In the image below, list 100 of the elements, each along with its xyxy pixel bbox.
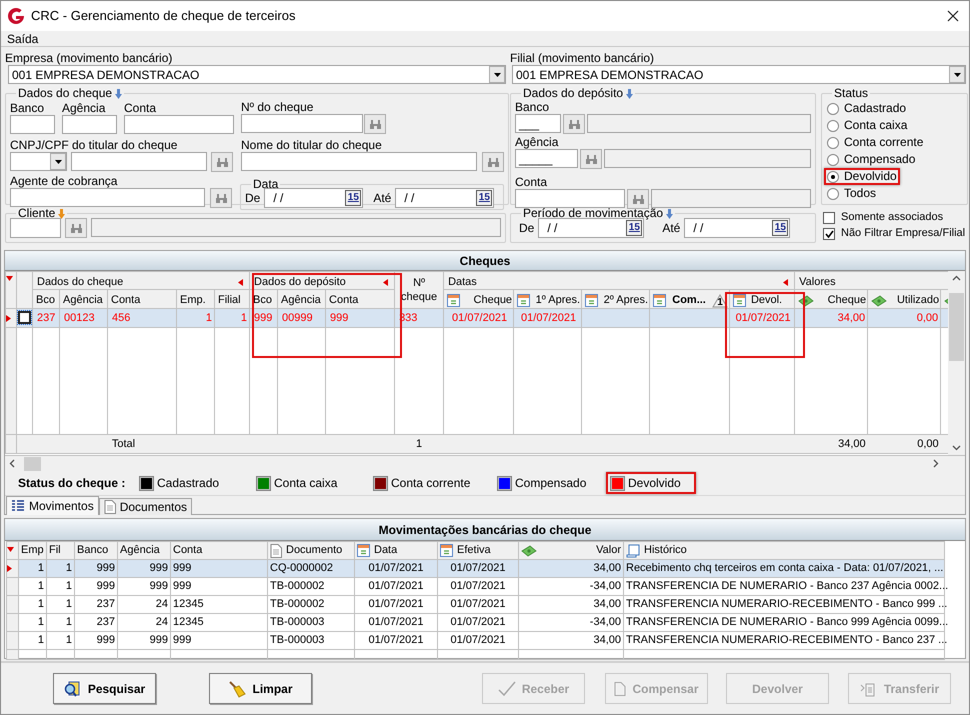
lookup-button[interactable] bbox=[65, 218, 87, 238]
input-field[interactable] bbox=[10, 218, 61, 238]
date-field[interactable]: / / 15 bbox=[264, 188, 364, 208]
horizontal-scrollbar[interactable] bbox=[5, 455, 965, 471]
table-cell: 34,00 bbox=[794, 308, 868, 328]
calendar-button[interactable]: 15 bbox=[772, 220, 788, 236]
field-label: Banco bbox=[515, 100, 550, 114]
field-label: De bbox=[519, 220, 534, 237]
input-field[interactable] bbox=[71, 152, 207, 171]
close-icon bbox=[947, 10, 959, 22]
input-field[interactable] bbox=[587, 114, 811, 133]
banknote-icon bbox=[798, 294, 814, 306]
calendar-icon bbox=[653, 294, 666, 307]
radio-label[interactable]: Cadastrado bbox=[844, 102, 906, 115]
total-label: Total bbox=[32, 434, 214, 454]
calendar-icon bbox=[440, 544, 453, 557]
field-label: Empresa (movimento bancário) bbox=[5, 51, 174, 65]
table-cell: 01/07/2021 bbox=[444, 308, 514, 328]
scroll-icon bbox=[626, 544, 640, 558]
input-field[interactable] bbox=[10, 188, 205, 207]
menu-item[interactable]: Saída bbox=[7, 32, 38, 46]
group-header: Valores bbox=[799, 276, 836, 288]
scroll-thumb[interactable] bbox=[949, 293, 964, 361]
radio-label[interactable]: Todos bbox=[844, 187, 876, 200]
radio-button[interactable] bbox=[827, 136, 839, 148]
radio-label[interactable]: Conta corrente bbox=[844, 136, 924, 149]
table-row[interactable]: 1 1 237 24 12345 TB-000002 01/07/2021 01/07/2021 34,00 TRANSFERENCIA NUMERARIO-RECEBIMENTO - Banco 999 ... bbox=[6, 596, 944, 614]
input-field[interactable]: ___ bbox=[515, 114, 561, 133]
table-cell: TRANSFERENCIA NUMERARIO-RECEBIMENTO - Banco 237 ... bbox=[624, 632, 944, 650]
radio-label[interactable]: Compensado bbox=[844, 153, 916, 166]
date-field[interactable]: / / 15 bbox=[684, 218, 790, 238]
input-field[interactable] bbox=[515, 189, 625, 208]
calendar-button[interactable]: 15 bbox=[476, 190, 492, 206]
lookup-button[interactable] bbox=[211, 152, 233, 172]
column-header[interactable]: Com... bbox=[672, 294, 706, 307]
dropdown-field[interactable] bbox=[10, 152, 67, 171]
binoculars-icon bbox=[216, 156, 228, 168]
checkbox[interactable] bbox=[823, 212, 835, 224]
column-header[interactable]: Nº cheque bbox=[394, 272, 444, 308]
radio-label[interactable]: Conta caixa bbox=[844, 119, 908, 132]
calendar-button[interactable]: 15 bbox=[626, 220, 642, 236]
input-field[interactable] bbox=[651, 189, 811, 208]
radio-button[interactable] bbox=[827, 188, 839, 200]
collapse-icon bbox=[238, 278, 246, 286]
collapse-icon bbox=[783, 278, 790, 286]
group-header: Dados do cheque bbox=[37, 276, 124, 288]
dropdown-button[interactable] bbox=[949, 66, 965, 83]
lookup-button[interactable] bbox=[627, 189, 649, 209]
lookup-button[interactable] bbox=[563, 114, 585, 134]
table-cell: 456 bbox=[108, 308, 176, 328]
dropdown-field[interactable]: 001 EMPRESA DEMONSTRACAO bbox=[8, 65, 506, 84]
dropdown-button[interactable] bbox=[50, 153, 66, 170]
checkbox[interactable] bbox=[18, 311, 31, 324]
action-button[interactable]: Pesquisar bbox=[53, 673, 156, 704]
input-field[interactable] bbox=[241, 152, 477, 171]
field-label: CNPJ/CPF do titular do cheque bbox=[10, 138, 178, 152]
field-label: Nome do titular do cheque bbox=[241, 138, 383, 152]
scroll-thumb[interactable] bbox=[24, 457, 41, 471]
magnifier-icon bbox=[64, 680, 82, 698]
tab[interactable]: Documentos bbox=[98, 498, 192, 515]
group-header: Dados do depósito bbox=[254, 276, 346, 288]
sort-indicator[interactable]: 1 bbox=[712, 294, 728, 308]
binoculars-icon bbox=[214, 192, 228, 204]
input-field[interactable] bbox=[62, 115, 117, 134]
dropdown-button[interactable] bbox=[489, 66, 505, 83]
dropdown-field[interactable]: 001 EMPRESA DEMONSTRACAO bbox=[512, 65, 966, 84]
group-title: Dados do depósito bbox=[523, 87, 624, 100]
date-field[interactable]: / / 15 bbox=[395, 188, 494, 208]
radio-button[interactable] bbox=[827, 170, 839, 182]
section-title: Movimentações bancárias do cheque bbox=[5, 519, 965, 541]
binoculars-icon bbox=[486, 156, 500, 168]
total-value: 34,00 bbox=[794, 434, 868, 454]
table-row[interactable]: 1 1 999 999 999 TB-000003 01/07/2021 01/07/2021 34,00 TRANSFERENCIA NUMERARIO-RECEBIMENTO - Banco 237 ... bbox=[6, 632, 944, 650]
table-row[interactable]: 1 1 999 999 999 CQ-0000002 01/07/2021 01/07/2021 34,00 Recebimento chq terceiros em conta caixa - Data: 01/07/2021, ... bbox=[6, 560, 944, 578]
column-header[interactable]: Histórico bbox=[644, 542, 687, 558]
lookup-button[interactable] bbox=[364, 114, 386, 134]
input-field[interactable] bbox=[604, 149, 811, 168]
checkbox[interactable] bbox=[823, 228, 835, 240]
radio-button[interactable] bbox=[827, 120, 839, 132]
table-cell: 999 bbox=[170, 632, 268, 650]
radio-button[interactable] bbox=[827, 102, 839, 114]
calendar-button[interactable]: 15 bbox=[345, 190, 362, 206]
input-field[interactable] bbox=[91, 218, 501, 237]
input-field[interactable]: _____ bbox=[515, 149, 578, 168]
lookup-button[interactable] bbox=[482, 152, 504, 172]
input-field[interactable] bbox=[124, 115, 234, 134]
radio-label[interactable]: Devolvido bbox=[844, 170, 897, 183]
table-cell: 00999 bbox=[278, 308, 326, 328]
caret-icon bbox=[54, 160, 62, 164]
triangle-icon bbox=[6, 276, 13, 283]
checkbox-label[interactable]: Não Filtrar Empresa/Filial bbox=[841, 225, 966, 242]
lookup-button[interactable] bbox=[580, 149, 602, 169]
radio-button[interactable] bbox=[827, 154, 839, 166]
checkbox-label[interactable]: Somente associados bbox=[841, 209, 944, 226]
action-button[interactable]: Limpar bbox=[209, 673, 312, 704]
input-field[interactable] bbox=[241, 114, 363, 133]
date-field[interactable]: / / 15 bbox=[538, 218, 644, 238]
tab[interactable]: Movimentos bbox=[6, 496, 99, 515]
lookup-button[interactable] bbox=[210, 188, 232, 208]
input-field[interactable] bbox=[10, 115, 55, 134]
